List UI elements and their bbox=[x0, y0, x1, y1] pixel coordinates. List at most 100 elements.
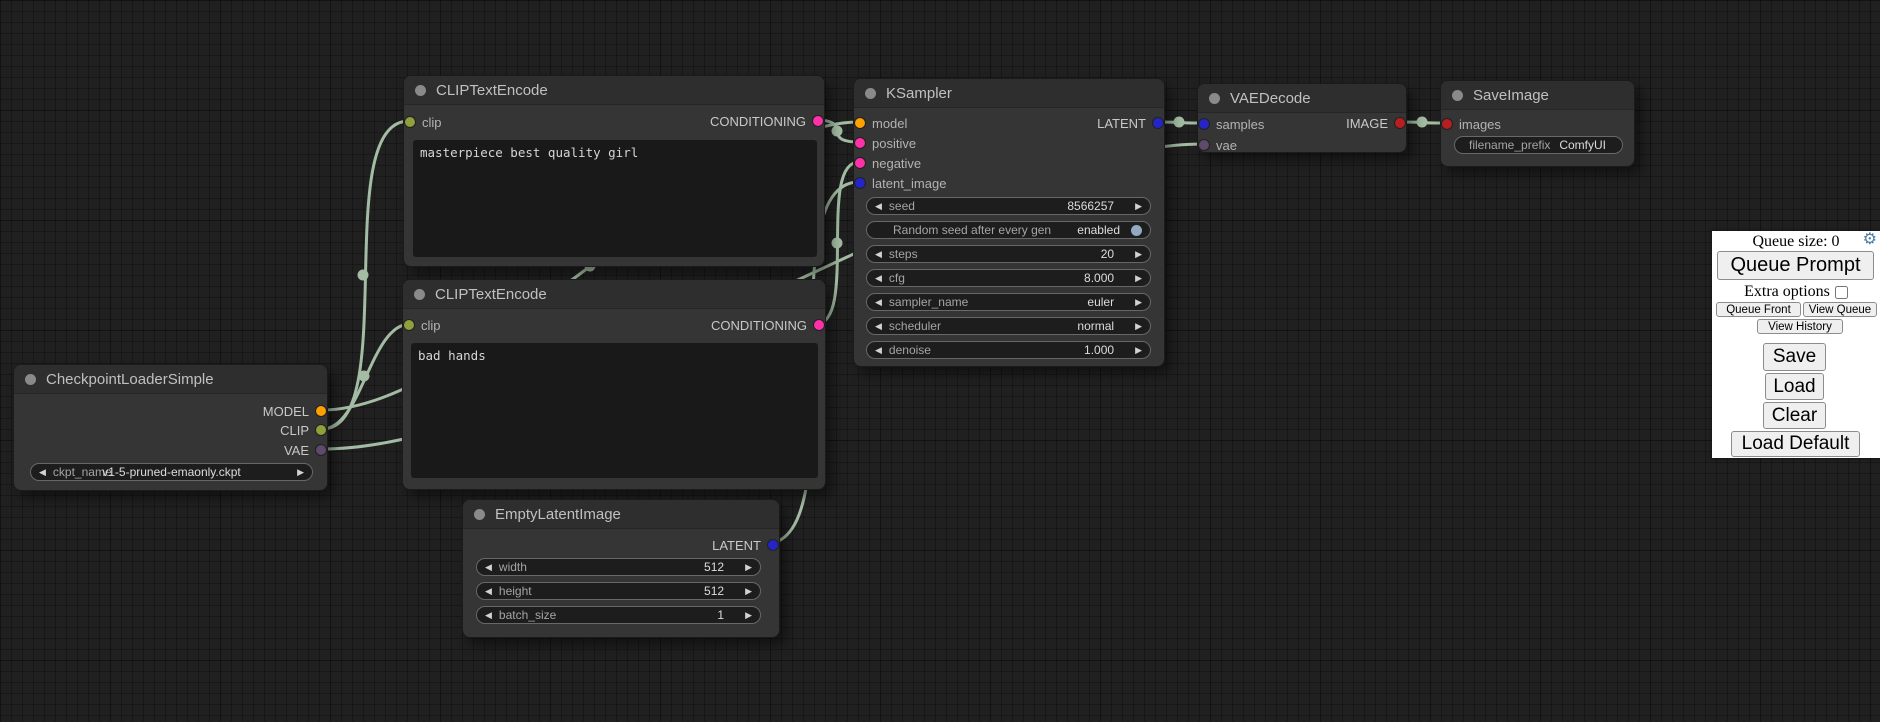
input-clip[interactable]: clip bbox=[404, 318, 441, 332]
collapse-dot-icon[interactable] bbox=[474, 509, 485, 520]
load-button[interactable]: Load bbox=[1765, 373, 1824, 400]
node-checkpoint-loader[interactable]: CheckpointLoaderSimple MODEL CLIP VAE ◀ … bbox=[13, 364, 328, 491]
collapse-dot-icon[interactable] bbox=[1209, 93, 1220, 104]
model-port-icon[interactable] bbox=[855, 118, 865, 128]
queue-front-button[interactable]: Queue Front bbox=[1716, 302, 1801, 317]
decrement-arrow-icon[interactable]: ◀ bbox=[875, 274, 882, 283]
output-image[interactable]: IMAGE bbox=[1346, 116, 1405, 130]
decrement-arrow-icon[interactable]: ◀ bbox=[485, 611, 492, 620]
queue-prompt-button[interactable]: Queue Prompt bbox=[1717, 251, 1874, 280]
clip-port-icon[interactable] bbox=[405, 117, 415, 127]
latent-port-icon[interactable] bbox=[1153, 118, 1163, 128]
collapse-dot-icon[interactable] bbox=[415, 85, 426, 96]
output-conditioning[interactable]: CONDITIONING bbox=[711, 318, 824, 332]
collapse-dot-icon[interactable] bbox=[1452, 90, 1463, 101]
decrement-arrow-icon[interactable]: ◀ bbox=[875, 346, 882, 355]
output-latent[interactable]: LATENT bbox=[1097, 116, 1163, 130]
negative-prompt-textarea[interactable]: bad hands bbox=[411, 343, 818, 478]
increment-arrow-icon[interactable]: ▶ bbox=[745, 611, 752, 620]
view-queue-button[interactable]: View Queue bbox=[1803, 302, 1877, 317]
decrement-arrow-icon[interactable]: ◀ bbox=[875, 250, 882, 259]
steps-widget[interactable]: ◀ steps 20 ▶ bbox=[866, 245, 1151, 263]
output-latent[interactable]: LATENT bbox=[712, 538, 778, 552]
input-clip[interactable]: clip bbox=[405, 115, 442, 129]
clear-button[interactable]: Clear bbox=[1763, 402, 1826, 429]
output-conditioning[interactable]: CONDITIONING bbox=[710, 114, 823, 128]
save-button[interactable]: Save bbox=[1763, 343, 1826, 371]
increment-arrow-icon[interactable]: ▶ bbox=[297, 468, 304, 477]
conditioning-port-icon[interactable] bbox=[855, 138, 865, 148]
node-clip-text-encode-negative[interactable]: CLIPTextEncode clip CONDITIONING bad han… bbox=[402, 279, 826, 490]
random-seed-toggle-widget[interactable]: Random seed after every gen enabled bbox=[866, 221, 1151, 239]
latent-port-icon[interactable] bbox=[855, 178, 865, 188]
height-widget[interactable]: ◀ height 512 ▶ bbox=[476, 582, 761, 600]
node-clip-text-encode-positive[interactable]: CLIPTextEncode clip CONDITIONING masterp… bbox=[403, 75, 825, 267]
increment-arrow-icon[interactable]: ▶ bbox=[745, 563, 752, 572]
width-widget[interactable]: ◀ width 512 ▶ bbox=[476, 558, 761, 576]
output-clip[interactable]: CLIP bbox=[280, 423, 326, 437]
output-vae[interactable]: VAE bbox=[284, 443, 326, 457]
input-latent-image[interactable]: latent_image bbox=[855, 176, 946, 190]
scheduler-widget[interactable]: ◀ scheduler normal ▶ bbox=[866, 317, 1151, 335]
decrement-arrow-icon[interactable]: ◀ bbox=[39, 468, 46, 477]
input-model[interactable]: model bbox=[855, 116, 907, 130]
input-images[interactable]: images bbox=[1442, 117, 1501, 131]
image-port-icon[interactable] bbox=[1395, 118, 1405, 128]
input-positive[interactable]: positive bbox=[855, 136, 916, 150]
node-vae-decode[interactable]: VAEDecode samples vae IMAGE bbox=[1197, 83, 1407, 153]
increment-arrow-icon[interactable]: ▶ bbox=[1135, 298, 1142, 307]
conditioning-port-icon[interactable] bbox=[855, 158, 865, 168]
node-title-bar[interactable]: CheckpointLoaderSimple bbox=[14, 365, 327, 394]
increment-arrow-icon[interactable]: ▶ bbox=[1135, 202, 1142, 211]
collapse-dot-icon[interactable] bbox=[25, 374, 36, 385]
increment-arrow-icon[interactable]: ▶ bbox=[1135, 250, 1142, 259]
node-title-bar[interactable]: EmptyLatentImage bbox=[463, 500, 779, 529]
vae-port-icon[interactable] bbox=[1199, 140, 1209, 150]
node-title-bar[interactable]: KSampler bbox=[854, 79, 1164, 108]
increment-arrow-icon[interactable]: ▶ bbox=[1135, 346, 1142, 355]
decrement-arrow-icon[interactable]: ◀ bbox=[485, 587, 492, 596]
vae-port-icon[interactable] bbox=[316, 445, 326, 455]
conditioning-port-icon[interactable] bbox=[813, 116, 823, 126]
node-title-bar[interactable]: CLIPTextEncode bbox=[403, 280, 825, 309]
comfyui-canvas[interactable]: CheckpointLoaderSimple MODEL CLIP VAE ◀ … bbox=[0, 0, 1880, 722]
input-vae[interactable]: vae bbox=[1199, 138, 1237, 152]
positive-prompt-textarea[interactable]: masterpiece best quality girl bbox=[413, 140, 817, 257]
cfg-widget[interactable]: ◀ cfg 8.000 ▶ bbox=[866, 269, 1151, 287]
decrement-arrow-icon[interactable]: ◀ bbox=[485, 563, 492, 572]
input-samples[interactable]: samples bbox=[1199, 117, 1264, 131]
increment-arrow-icon[interactable]: ▶ bbox=[1135, 274, 1142, 283]
increment-arrow-icon[interactable]: ▶ bbox=[745, 587, 752, 596]
decrement-arrow-icon[interactable]: ◀ bbox=[875, 298, 882, 307]
conditioning-port-icon[interactable] bbox=[814, 320, 824, 330]
toggle-dot-icon[interactable] bbox=[1131, 225, 1142, 236]
latent-port-icon[interactable] bbox=[768, 540, 778, 550]
node-title-bar[interactable]: CLIPTextEncode bbox=[404, 76, 824, 105]
extra-options-checkbox[interactable] bbox=[1835, 286, 1848, 299]
node-title-bar[interactable]: VAEDecode bbox=[1198, 84, 1406, 113]
node-ksampler[interactable]: KSampler model positive negative latent_… bbox=[853, 78, 1165, 367]
sampler-name-widget[interactable]: ◀ sampler_name euler ▶ bbox=[866, 293, 1151, 311]
load-default-button[interactable]: Load Default bbox=[1731, 431, 1860, 457]
clip-port-icon[interactable] bbox=[316, 425, 326, 435]
node-save-image[interactable]: SaveImage images filename_prefix ComfyUI bbox=[1440, 80, 1635, 167]
input-negative[interactable]: negative bbox=[855, 156, 921, 170]
model-port-icon[interactable] bbox=[316, 406, 326, 416]
ckpt-name-widget[interactable]: ◀ ckpt_name v1-5-pruned-emaonly.ckpt ▶ bbox=[30, 463, 313, 481]
node-empty-latent-image[interactable]: EmptyLatentImage LATENT ◀ width 512 ▶ ◀ … bbox=[462, 499, 780, 638]
output-model[interactable]: MODEL bbox=[263, 404, 326, 418]
increment-arrow-icon[interactable]: ▶ bbox=[1135, 322, 1142, 331]
node-title-bar[interactable]: SaveImage bbox=[1441, 81, 1634, 110]
collapse-dot-icon[interactable] bbox=[414, 289, 425, 300]
seed-widget[interactable]: ◀ seed 8566257 ▶ bbox=[866, 197, 1151, 215]
decrement-arrow-icon[interactable]: ◀ bbox=[875, 322, 882, 331]
image-port-icon[interactable] bbox=[1442, 119, 1452, 129]
clip-port-icon[interactable] bbox=[404, 320, 414, 330]
batch-size-widget[interactable]: ◀ batch_size 1 ▶ bbox=[476, 606, 761, 624]
latent-port-icon[interactable] bbox=[1199, 119, 1209, 129]
denoise-widget[interactable]: ◀ denoise 1.000 ▶ bbox=[866, 341, 1151, 359]
decrement-arrow-icon[interactable]: ◀ bbox=[875, 202, 882, 211]
gear-icon[interactable]: ⚙ bbox=[1863, 232, 1877, 248]
view-history-button[interactable]: View History bbox=[1757, 319, 1843, 334]
collapse-dot-icon[interactable] bbox=[865, 88, 876, 99]
